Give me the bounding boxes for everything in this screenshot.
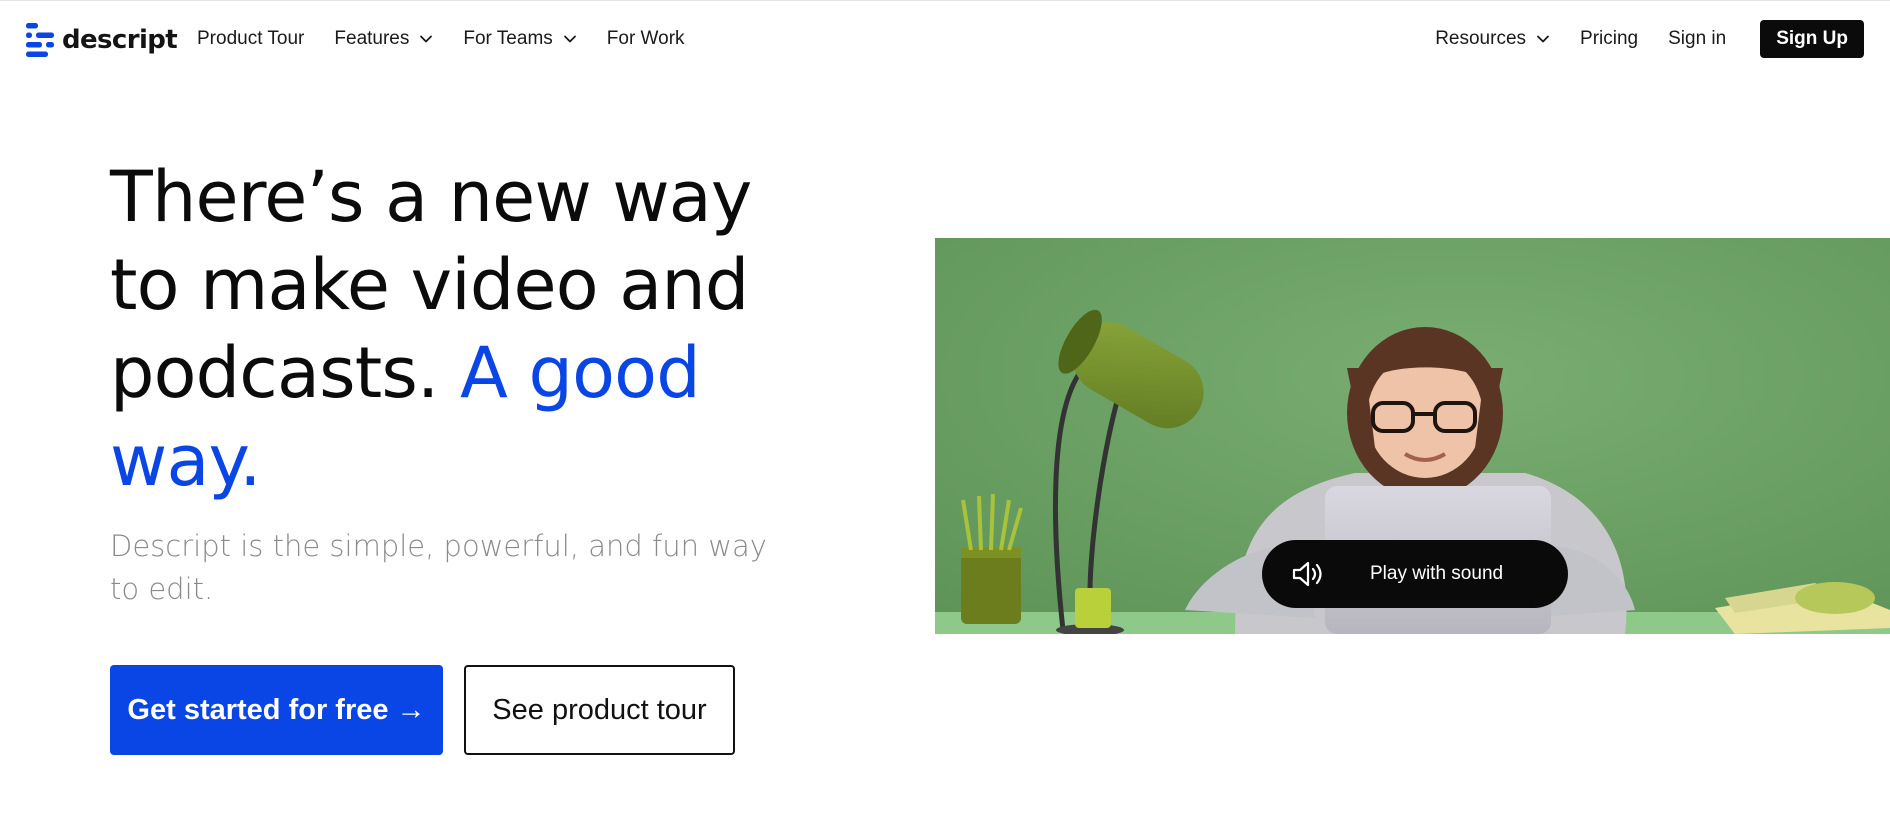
brand-logo[interactable]: descript [26, 22, 178, 58]
hero-video[interactable]: Play with sound [935, 238, 1890, 634]
top-navigation: descript Product Tour Features For Teams… [0, 1, 1890, 77]
nav-sign-in-label: Sign in [1668, 28, 1727, 49]
nav-pricing-label: Pricing [1580, 28, 1639, 49]
nav-product-tour[interactable]: Product Tour [197, 28, 304, 50]
nav-left-group: Product Tour Features For Teams For Work [197, 1, 685, 77]
nav-pricing[interactable]: Pricing [1580, 28, 1638, 50]
nav-features-label: Features [334, 28, 410, 49]
headline-line-1: There’s a new way [110, 156, 752, 238]
hero-headline: There’s a new way to make video and podc… [110, 153, 850, 505]
hero-subheadline: Descript is the simple, powerful, and fu… [110, 529, 767, 606]
get-started-button[interactable]: Get started for free → [110, 665, 443, 755]
nav-product-tour-label: Product Tour [197, 28, 305, 49]
chevron-down-icon [563, 35, 576, 43]
headline-accent: A good [459, 332, 701, 414]
nav-for-work-label: For Work [606, 28, 685, 49]
chevron-down-icon [420, 35, 433, 43]
chevron-down-icon [1537, 35, 1549, 43]
see-product-tour-button[interactable]: See product tour [464, 665, 735, 755]
speaker-icon [1292, 561, 1322, 587]
nav-sign-in[interactable]: Sign in [1668, 28, 1726, 50]
nav-features[interactable]: Features [334, 28, 433, 50]
headline-line-2: to make video and [110, 244, 749, 326]
play-with-sound-label: Play with sound [1370, 563, 1504, 584]
brand-name: descript [62, 25, 178, 55]
nav-for-work[interactable]: For Work [607, 28, 685, 50]
play-with-sound-button[interactable]: Play with sound [1262, 540, 1568, 608]
sign-up-button[interactable]: Sign Up [1760, 20, 1864, 58]
headline-accent-last: way. [110, 420, 261, 502]
nav-for-teams[interactable]: For Teams [463, 28, 576, 50]
nav-for-teams-label: For Teams [463, 28, 553, 49]
nav-resources[interactable]: Resources [1435, 28, 1550, 50]
nav-resources-label: Resources [1435, 28, 1527, 49]
nav-right-group: Resources Pricing Sign in Sign Up [1435, 1, 1864, 77]
headline-line-3: podcasts. [110, 332, 460, 414]
descript-logo-icon [26, 23, 54, 57]
